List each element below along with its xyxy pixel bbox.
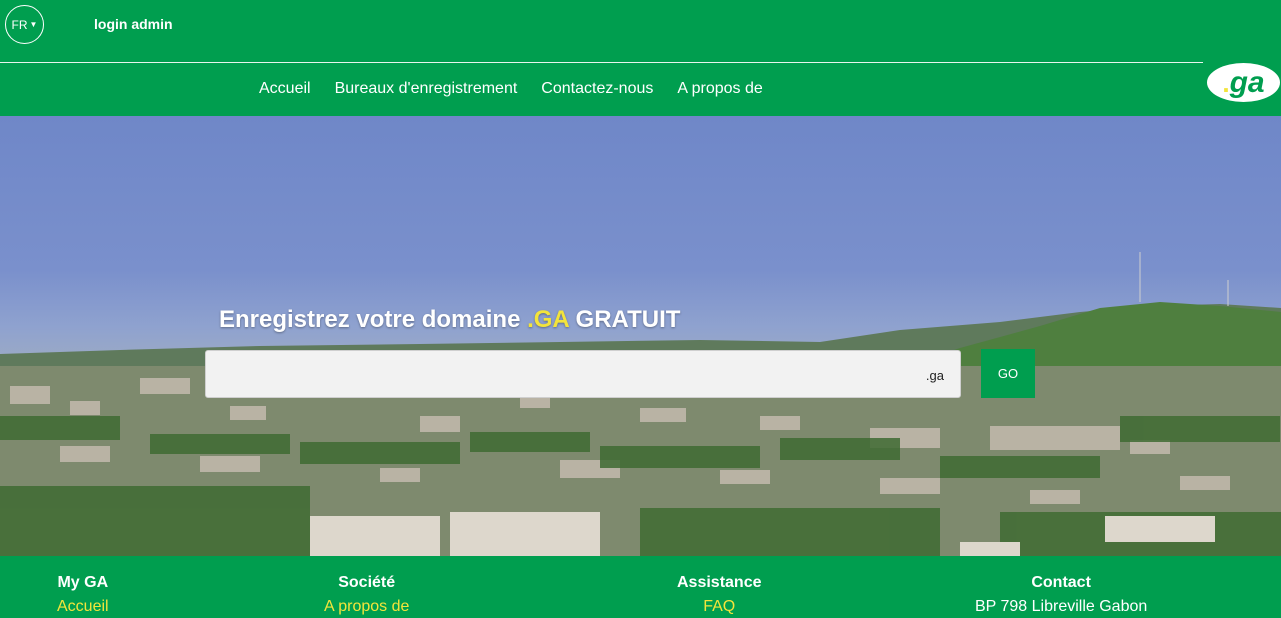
footer-col-assistance: Assistance FAQ	[677, 574, 762, 616]
footer-link-about[interactable]: A propos de	[324, 598, 409, 616]
hero-banner: Enregistrez votre domaine .GA GRATUIT .g…	[0, 116, 1281, 556]
go-button[interactable]: GO	[981, 349, 1035, 398]
footer-heading: Société	[338, 574, 396, 591]
main-nav: Accueil Bureaux d'enregistrement Contact…	[0, 63, 1281, 116]
city-landscape-image	[0, 252, 1281, 556]
footer-col-societe: Société A propos de	[324, 574, 409, 616]
hero-headline: Enregistrez votre domaine .GA GRATUIT	[219, 306, 680, 334]
footer-col-contact: Contact BP 798 Libreville Gabon	[975, 574, 1147, 616]
footer-link-faq[interactable]: FAQ	[677, 598, 762, 616]
nav-item-accueil[interactable]: Accueil	[259, 80, 311, 98]
chevron-down-icon: ▼	[29, 20, 38, 29]
top-bar: FR ▼ login admin	[0, 0, 1281, 62]
domain-search-input[interactable]	[206, 351, 906, 397]
login-admin-link[interactable]: login admin	[94, 16, 173, 32]
headline-prefix: Enregistrez votre domaine	[219, 306, 528, 333]
domain-suffix: .ga	[925, 368, 944, 383]
footer: My GA Accueil Société A propos de Assist…	[0, 556, 1281, 618]
logo-dot: .	[1222, 67, 1230, 98]
language-code: FR	[11, 17, 28, 32]
headline-accent: .GA	[527, 306, 569, 333]
footer-heading: Assistance	[677, 574, 762, 591]
headline-suffix: GRATUIT	[568, 306, 681, 333]
footer-heading: Contact	[1031, 574, 1091, 591]
footer-link-accueil[interactable]: Accueil	[57, 598, 109, 616]
footer-heading: My GA	[57, 574, 109, 591]
footer-col-myga: My GA Accueil	[57, 574, 109, 616]
nav-item-bureaux[interactable]: Bureaux d'enregistrement	[335, 80, 518, 98]
ga-logo[interactable]: . ga	[1207, 63, 1280, 102]
footer-contact-address: BP 798 Libreville Gabon	[975, 598, 1148, 615]
language-selector[interactable]: FR ▼	[5, 5, 44, 44]
domain-search-box: .ga	[205, 350, 961, 398]
nav-item-about[interactable]: A propos de	[677, 80, 762, 98]
nav-item-contact[interactable]: Contactez-nous	[541, 80, 653, 98]
logo-text: ga	[1229, 65, 1265, 99]
